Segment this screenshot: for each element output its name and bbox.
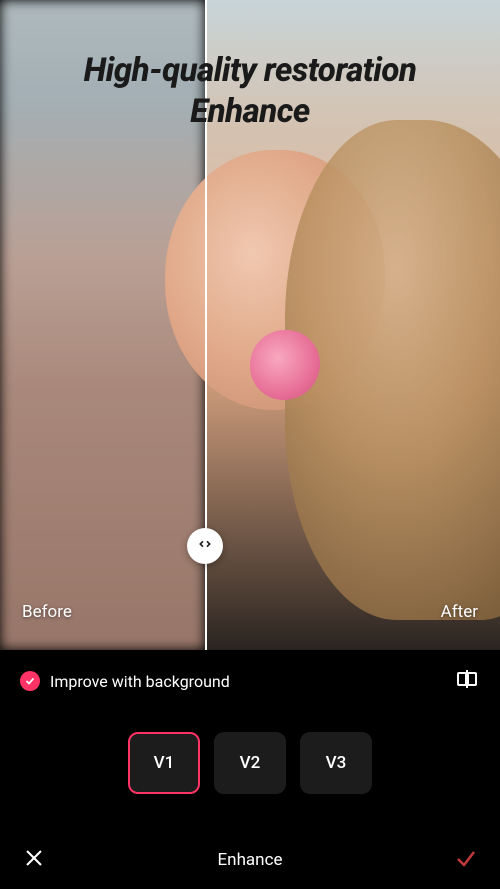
confirm-button[interactable] bbox=[452, 846, 480, 874]
title-line1: High-quality restoration bbox=[84, 51, 417, 90]
version-v3-button[interactable]: V3 bbox=[300, 732, 372, 794]
footer-title: Enhance bbox=[218, 850, 283, 870]
toggle-row: Improve with background bbox=[0, 650, 500, 704]
background-toggle[interactable]: Improve with background bbox=[20, 671, 230, 691]
page-title: High-quality restoration Enhance bbox=[0, 50, 500, 133]
compare-icon bbox=[455, 667, 479, 695]
version-selector: V1 V2 V3 bbox=[0, 732, 500, 794]
check-icon bbox=[20, 671, 40, 691]
version-v1-button[interactable]: V1 bbox=[128, 732, 200, 794]
controls-panel: Improve with background V1 V2 V3 bbox=[0, 650, 500, 889]
after-label: After bbox=[441, 602, 478, 622]
version-label: V2 bbox=[240, 753, 261, 773]
version-v2-button[interactable]: V2 bbox=[214, 732, 286, 794]
compare-button[interactable] bbox=[454, 668, 480, 694]
preview-area: High-quality restoration Enhance Before … bbox=[0, 0, 500, 650]
title-line2: Enhance bbox=[190, 92, 310, 131]
version-label: V3 bbox=[326, 753, 347, 773]
version-label: V1 bbox=[154, 753, 175, 773]
bottom-bar: Enhance bbox=[0, 831, 500, 889]
cancel-button[interactable] bbox=[20, 846, 48, 874]
compare-slider-handle[interactable] bbox=[187, 528, 223, 564]
horizontal-arrows-icon bbox=[197, 536, 213, 556]
before-label: Before bbox=[22, 602, 72, 622]
check-icon bbox=[454, 846, 478, 874]
toggle-label: Improve with background bbox=[50, 672, 230, 691]
close-icon bbox=[22, 846, 46, 874]
